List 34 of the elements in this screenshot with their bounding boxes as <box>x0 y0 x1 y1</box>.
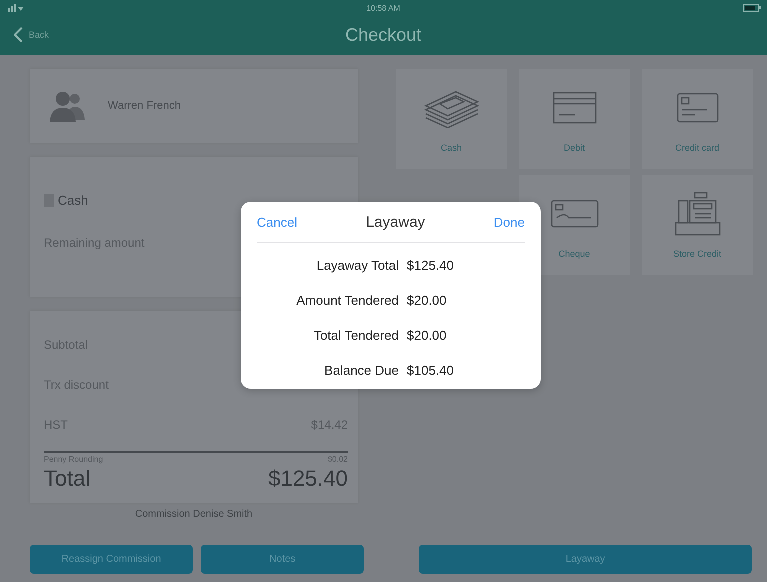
card-icon <box>552 92 596 124</box>
dialog-row-label: Total Tendered <box>312 328 399 343</box>
payment-method-tile[interactable]: Cash <box>396 69 507 169</box>
action-button[interactable]: Notes <box>201 545 364 574</box>
back-button[interactable]: Back <box>14 27 50 43</box>
dialog-row-value: $105.40 <box>407 363 455 378</box>
total-label: Total <box>44 466 90 492</box>
payment-method-tile[interactable]: Store Credit <box>642 175 753 275</box>
payment-method-tile[interactable]: Credit card <box>642 69 753 169</box>
payment-method-tile[interactable]: Debit <box>519 69 630 169</box>
dialog-row-label: Layaway Total <box>316 258 399 273</box>
commission-text: Commission Denise Smith <box>134 509 254 520</box>
dialog-row-value: $20.00 <box>407 328 448 343</box>
dialog-row-label: Amount Tendered <box>296 293 399 308</box>
payment-method-label: Cash <box>58 193 88 208</box>
layaway-button[interactable]: Layaway <box>419 545 752 574</box>
action-button[interactable]: Reassign Commission <box>30 545 194 574</box>
dialog-row-label: Balance Due <box>324 363 399 378</box>
cheque-icon <box>550 200 598 228</box>
cash-register-icon <box>674 191 720 237</box>
dialog-row-value: $125.40 <box>407 258 455 273</box>
customers-icon <box>50 90 86 122</box>
battery-icon <box>743 4 761 12</box>
dialog-title: Layaway <box>366 214 426 230</box>
customer-card[interactable]: Warren French <box>30 69 358 143</box>
total-value: $125.40 <box>268 466 348 492</box>
cancel-button[interactable]: Cancel <box>257 214 298 230</box>
card-icon <box>676 93 718 123</box>
screen-title: Checkout <box>345 24 422 46</box>
signal-icon <box>8 4 24 12</box>
back-chevron-icon <box>14 27 23 43</box>
status-time: 10:58 AM <box>366 4 400 12</box>
customer-name: Warren French <box>108 100 181 112</box>
dialog-row-value: $20.00 <box>407 293 448 308</box>
